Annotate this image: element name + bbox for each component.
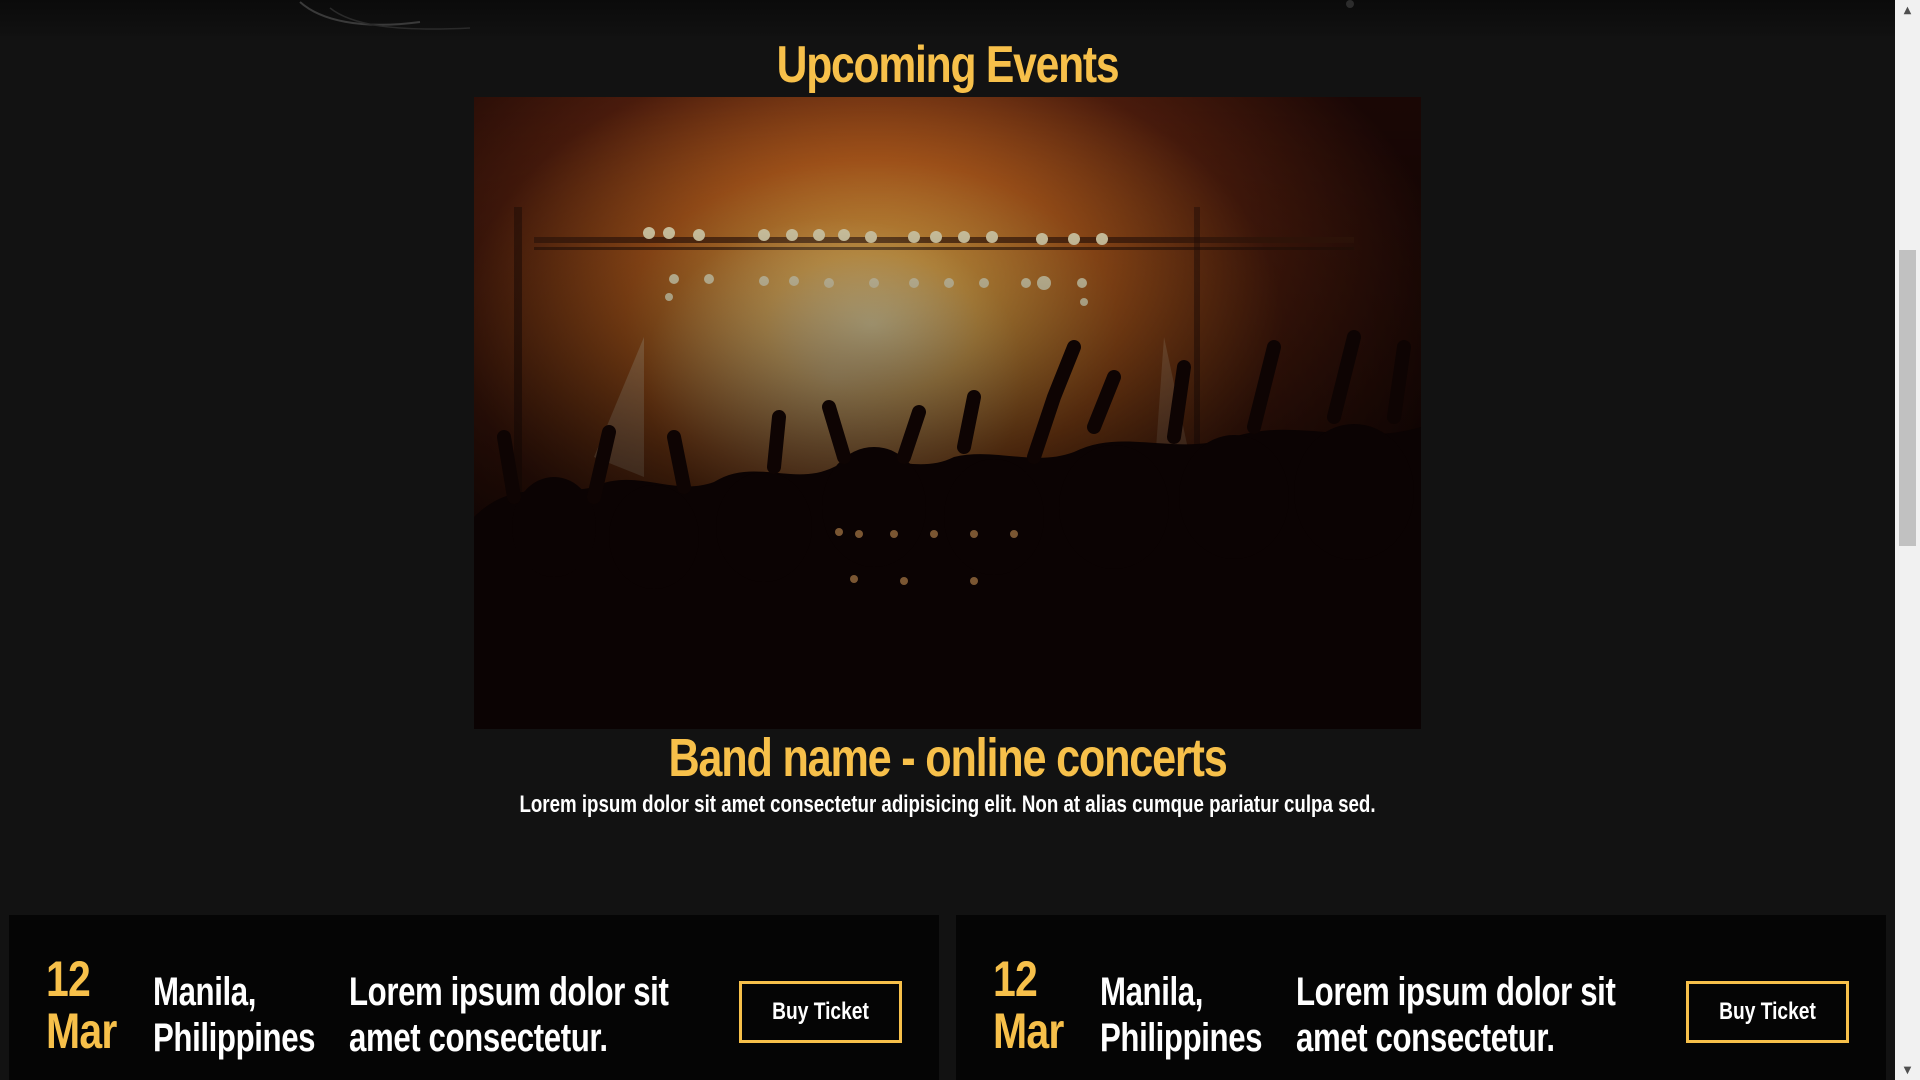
event-location-city: Manila, bbox=[1100, 970, 1204, 1014]
section-title: Upcoming Events bbox=[776, 36, 1120, 94]
event-location-city: Manila, bbox=[153, 970, 257, 1014]
event-title: Band name - online concerts bbox=[668, 728, 1227, 788]
page: Upcoming Events Band name - online conce… bbox=[0, 0, 1895, 1080]
event-month: Mar bbox=[46, 1003, 117, 1059]
triangle-down-icon[interactable]: ▼ bbox=[1895, 1060, 1920, 1080]
event-location-country: Philippines bbox=[153, 1016, 316, 1060]
buy-ticket-label: Buy Ticket bbox=[1719, 998, 1816, 1025]
triangle-up-icon[interactable]: ▲ bbox=[1895, 0, 1920, 20]
vertical-scrollbar[interactable]: ▲ ▼ bbox=[1895, 0, 1920, 1080]
event-text-line1: Lorem ipsum dolor sit bbox=[1296, 970, 1616, 1014]
event-location: Manila, Philippines bbox=[153, 969, 316, 1061]
event-text-line1: Lorem ipsum dolor sit bbox=[349, 970, 669, 1014]
scrollbar-thumb[interactable] bbox=[1899, 250, 1916, 546]
event-text: Lorem ipsum dolor sit amet consectetur. bbox=[349, 969, 669, 1061]
event-date: 12 Mar bbox=[46, 953, 120, 1057]
event-description: Lorem ipsum dolor sit amet consectetur a… bbox=[519, 791, 1376, 818]
event-month: Mar bbox=[993, 1003, 1064, 1059]
event-card: 12 Mar Manila, Philippines Lorem ipsum d… bbox=[956, 915, 1886, 1080]
event-location-country: Philippines bbox=[1100, 1016, 1263, 1060]
buy-ticket-button[interactable]: Buy Ticket bbox=[739, 981, 902, 1043]
event-day: 12 bbox=[993, 951, 1038, 1007]
event-text-line2: amet consectetur. bbox=[349, 1016, 608, 1060]
event-day: 12 bbox=[46, 951, 91, 1007]
event-cards: 12 Mar Manila, Philippines Lorem ipsum d… bbox=[9, 915, 1886, 1080]
event-card: 12 Mar Manila, Philippines Lorem ipsum d… bbox=[9, 915, 939, 1080]
buy-ticket-label: Buy Ticket bbox=[772, 998, 869, 1025]
event-date: 12 Mar bbox=[993, 953, 1067, 1057]
hero-image bbox=[474, 97, 1421, 729]
buy-ticket-button[interactable]: Buy Ticket bbox=[1686, 981, 1849, 1043]
event-location: Manila, Philippines bbox=[1100, 969, 1263, 1061]
event-text-line2: amet consectetur. bbox=[1296, 1016, 1555, 1060]
event-text: Lorem ipsum dolor sit amet consectetur. bbox=[1296, 969, 1616, 1061]
